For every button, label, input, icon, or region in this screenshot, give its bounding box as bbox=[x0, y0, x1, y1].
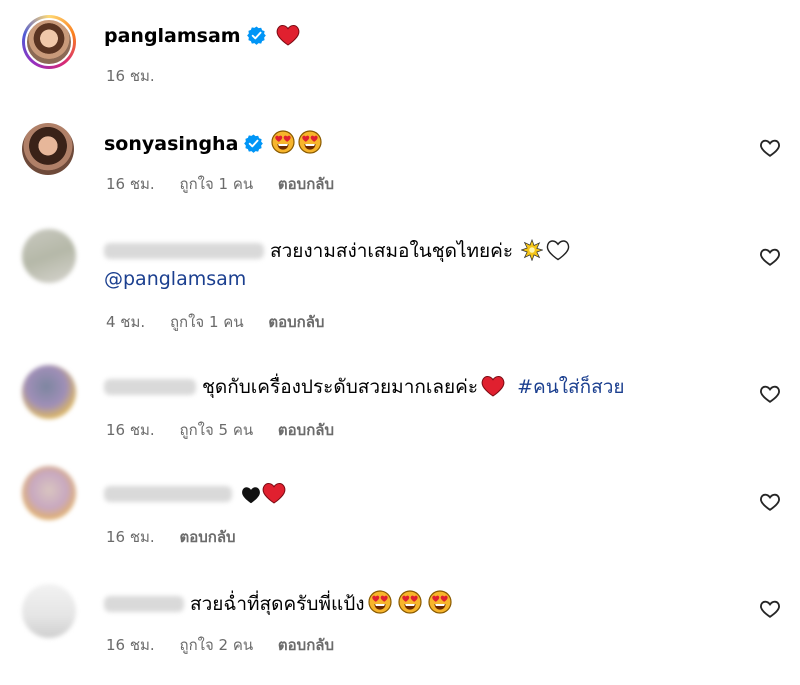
heart-eyes-emoji bbox=[398, 590, 422, 614]
verified-badge-icon bbox=[244, 134, 263, 153]
username[interactable] bbox=[104, 243, 264, 259]
heart-outline-icon[interactable] bbox=[759, 383, 781, 405]
reply-button[interactable]: ตอบกลับ bbox=[179, 528, 235, 546]
comment-time[interactable]: 16 ชม. bbox=[106, 528, 155, 546]
comment-text: ชุดกับเครื่องประดับสวยมากเลยค่ะ bbox=[202, 376, 479, 398]
username[interactable] bbox=[104, 379, 196, 395]
heart-eyes-emoji bbox=[298, 130, 322, 154]
mention-link[interactable]: @panglamsam bbox=[104, 268, 246, 290]
reply-button[interactable]: ตอบกลับ bbox=[278, 636, 334, 654]
avatar[interactable] bbox=[22, 466, 76, 520]
username[interactable]: panglamsam bbox=[104, 25, 241, 47]
comment-time[interactable]: 16 ชม. bbox=[106, 636, 155, 654]
username[interactable] bbox=[104, 486, 232, 502]
like-count[interactable]: ถูกใจ 2 คน bbox=[179, 636, 253, 654]
comment-text: สวยฉ่ำที่สุดครับพี่แป้ง bbox=[190, 593, 365, 615]
reply-button[interactable]: ตอบกลับ bbox=[278, 421, 334, 439]
red-heart-emoji bbox=[262, 482, 286, 504]
comment-time[interactable]: 16 ชม. bbox=[106, 67, 155, 85]
verified-badge-icon bbox=[247, 26, 266, 45]
like-count[interactable]: ถูกใจ 1 คน bbox=[179, 175, 253, 193]
comment-time[interactable]: 16 ชม. bbox=[106, 421, 155, 439]
white-heart-emoji bbox=[546, 239, 570, 261]
heart-outline-icon[interactable] bbox=[759, 598, 781, 620]
username[interactable] bbox=[104, 596, 184, 612]
comment-time[interactable]: 16 ชม. bbox=[106, 175, 155, 193]
avatar[interactable] bbox=[22, 123, 74, 175]
avatar[interactable] bbox=[22, 584, 76, 638]
black-heart-emoji bbox=[241, 486, 261, 504]
heart-eyes-emoji bbox=[271, 130, 295, 154]
hashtag-link[interactable]: #คนใส่ก็สวย bbox=[517, 376, 624, 398]
heart-outline-icon[interactable] bbox=[759, 491, 781, 513]
heart-eyes-emoji bbox=[428, 590, 452, 614]
reply-button[interactable]: ตอบกลับ bbox=[268, 313, 324, 331]
avatar[interactable] bbox=[22, 15, 76, 69]
heart-eyes-emoji bbox=[368, 590, 392, 614]
heart-outline-icon[interactable] bbox=[759, 137, 781, 159]
reply-button[interactable]: ตอบกลับ bbox=[278, 175, 334, 193]
red-heart-emoji bbox=[481, 375, 505, 397]
comment-time[interactable]: 4 ชม. bbox=[106, 313, 145, 331]
avatar[interactable] bbox=[22, 365, 76, 419]
comment-text: สวยงามสง่าเสมอในชุดไทยค่ะ bbox=[270, 240, 514, 262]
like-count[interactable]: ถูกใจ 1 คน bbox=[170, 313, 244, 331]
heart-outline-icon[interactable] bbox=[759, 246, 781, 268]
sparkle-emoji bbox=[521, 239, 543, 261]
red-heart-emoji bbox=[276, 24, 300, 46]
like-count[interactable]: ถูกใจ 5 คน bbox=[179, 421, 253, 439]
avatar[interactable] bbox=[22, 229, 76, 283]
username[interactable]: sonyasingha bbox=[104, 133, 238, 155]
